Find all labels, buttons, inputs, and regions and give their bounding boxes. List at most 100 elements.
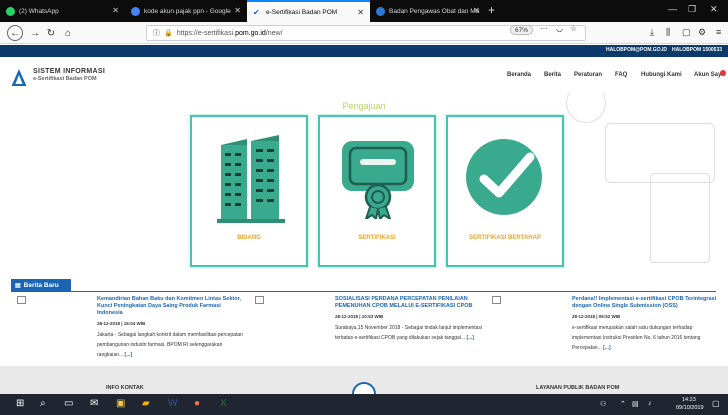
download-icon[interactable]: ⤓ (650, 27, 654, 38)
news-divider (11, 291, 716, 292)
email-text[interactable]: HALOBPOM@POM.GO.ID (606, 47, 667, 53)
tab-whatsapp[interactable]: (2) WhatsApp ✕ (0, 0, 125, 22)
read-more-link[interactable]: [...] (125, 352, 133, 358)
new-tab-button[interactable]: + (488, 3, 495, 17)
bookmark-star-icon[interactable]: ☆ (570, 24, 577, 33)
tab-google[interactable]: kode akun pajak ppn - Google ✕ (125, 0, 247, 22)
news-body: Jakarta - Sebagai langkah konkrit dalam … (97, 332, 243, 358)
news-title[interactable]: Kemandirian Bahan Baku dan Komitmen Lint… (97, 296, 247, 317)
url-domain: pom.go.id (235, 29, 266, 37)
url-prefix: https://e-sertifikasi. (176, 29, 236, 37)
news-body: Surabaya,15 November 2018 - Sebagai tind… (335, 325, 483, 341)
extension-icon[interactable]: ⚙ (698, 27, 706, 38)
news-item: Kemandirian Bahan Baku dan Komitmen Lint… (17, 296, 247, 360)
menu-berita[interactable]: Berita (544, 72, 561, 78)
news-header-label: Berita Baru (23, 281, 59, 289)
close-tab-icon[interactable]: ✕ (473, 6, 480, 15)
card-bidang-label: BIDANG (237, 235, 261, 241)
contact-strip: HALOBPOM@POM.GO.ID HALOBPOM 1500533 (0, 45, 728, 57)
navigation-bar: ← → ↻ ⌂ ⓘ 🔒 https://e-sertifikasi. pom.go… (0, 22, 728, 44)
menu-faq[interactable]: FAQ (615, 72, 627, 78)
volume-icon[interactable]: ♪ (648, 400, 652, 407)
phone-text[interactable]: HALOBPOM 1500533 (672, 47, 722, 53)
news-title[interactable]: SOSIALISASI PERDANA PERCEPATAN PENILAIAN… (335, 296, 485, 310)
search-icon[interactable]: ⌕ (40, 398, 46, 409)
site-footer: INFO KONTAK LAYANAN PUBLIK BADAN POM (0, 366, 728, 406)
reload-button[interactable]: ↻ (43, 25, 59, 41)
notification-badge (720, 70, 726, 76)
info-icon[interactable]: ⓘ (153, 28, 160, 38)
close-tab-icon[interactable]: ✕ (357, 8, 364, 17)
tray-arrow-icon[interactable]: ⌃ (620, 400, 626, 408)
browser-tab-bar: (2) WhatsApp ✕ kode akun pajak ppn - Goo… (0, 0, 728, 22)
bpom-logo-icon[interactable] (10, 65, 28, 87)
network-icon[interactable]: ▤ (632, 400, 639, 408)
card-sertifikasi-bertahap[interactable]: SERTIFIKASI BERTAHAP (446, 115, 564, 267)
minimize-icon[interactable]: — (668, 4, 677, 14)
back-button[interactable]: ← (7, 25, 23, 41)
news-item: Perdana!! Implementasi e-sertifikasi CPO… (492, 296, 722, 353)
site-header: SISTEM INFORMASI e-Sertifikasi Badan POM… (0, 57, 728, 93)
word-icon[interactable]: W (168, 398, 177, 409)
notifications-icon[interactable]: ▢ (712, 399, 720, 408)
people-icon[interactable]: ⚇ (600, 400, 606, 408)
task-view-icon[interactable]: ▭ (64, 398, 73, 409)
news-item: SOSIALISASI PERDANA PERCEPATAN PENILAIAN… (255, 296, 485, 343)
close-tab-icon[interactable]: ✕ (112, 6, 119, 15)
menu-icon[interactable]: ≡ (716, 27, 721, 37)
zoom-level[interactable]: 67% (510, 25, 534, 35)
clock-date[interactable]: 09/10/2019 (676, 405, 704, 411)
windows-taskbar: ⊞ ⌕ ▭ ✉ ▣ ▰ W ● X ⚇ ⌃ ▤ ♪ 14:23 09/10/20… (0, 394, 728, 415)
tab-label: e-Sertifikasi Badan POM (266, 8, 338, 16)
tab-label: (2) WhatsApp (19, 7, 59, 15)
file-explorer-icon[interactable]: ▰ (142, 398, 150, 409)
image-placeholder-icon (492, 296, 501, 304)
pengajuan-section: Pengajuan BIDANG SERTIFIKASI SERTIFIKASI… (0, 93, 728, 273)
card-sertifikasi-bertahap-label: SERTIFIKASI BERTAHAP (469, 235, 541, 241)
read-more-link[interactable]: [...] (603, 345, 611, 351)
menu-peraturan[interactable]: Peraturan (574, 72, 602, 78)
tab-label: Badan Pengawas Obat dan Ma (389, 7, 480, 15)
pengajuan-title: Pengajuan (342, 101, 386, 111)
sidebar-icon[interactable]: ▢ (682, 27, 691, 38)
home-button[interactable]: ⌂ (60, 25, 76, 41)
close-window-icon[interactable]: ✕ (710, 4, 718, 15)
menu-hubungi-kami[interactable]: Hubungi Kami (641, 72, 682, 78)
pocket-icon[interactable]: ◡ (556, 24, 563, 33)
forward-button[interactable]: → (27, 25, 43, 41)
bpom-icon (376, 6, 385, 16)
news-date: 28-12-2018 | 09:52 WIB (572, 314, 621, 319)
read-more-link[interactable]: [...] (466, 335, 474, 341)
page-actions-icon[interactable]: ··· (540, 24, 548, 33)
firefox-icon[interactable]: ● (194, 398, 200, 409)
news-title[interactable]: Perdana!! Implementasi e-sertifikasi CPO… (572, 296, 722, 310)
news-date: 28-12-2018 | 16:04 WIB (97, 321, 146, 326)
tab-label: kode akun pajak ppn - Google (144, 7, 231, 15)
background-decoration (650, 173, 710, 263)
card-bidang[interactable]: BIDANG (190, 115, 308, 267)
news-date: 28-12-2018 | 10:53 WIB (335, 314, 384, 319)
logo-title: SISTEM INFORMASI (33, 68, 106, 75)
google-icon (131, 6, 140, 16)
mail-icon[interactable]: ✉ (90, 398, 98, 409)
tab-esertifikasi[interactable]: ✔ e-Sertifikasi Badan POM ✕ (247, 0, 370, 22)
checkmark-icon: ✔ (253, 7, 260, 17)
store-icon[interactable]: ▣ (116, 398, 125, 409)
news-body: e-sertifikasi merupakan salah satu dukun… (572, 325, 701, 351)
clock-time[interactable]: 14:23 (682, 397, 696, 403)
image-placeholder-icon (17, 296, 26, 304)
lock-icon: 🔒 (164, 30, 173, 37)
excel-icon[interactable]: X (220, 398, 227, 409)
tab-badan-pom[interactable]: Badan Pengawas Obat dan Ma ✕ (370, 0, 486, 22)
menu-beranda[interactable]: Beranda (507, 72, 531, 78)
card-sertifikasi[interactable]: SERTIFIKASI (318, 115, 436, 267)
library-icon[interactable]: ⫼ (666, 27, 670, 38)
image-placeholder-icon (255, 296, 264, 304)
restore-icon[interactable]: ❐ (688, 4, 696, 15)
card-sertifikasi-label: SERTIFIKASI (358, 235, 396, 241)
news-header: ▤ Berita Baru (11, 279, 71, 291)
windows-start-icon[interactable]: ⊞ (16, 398, 24, 409)
whatsapp-icon (6, 6, 15, 16)
close-tab-icon[interactable]: ✕ (234, 6, 241, 15)
logo-subtitle: e-Sertifikasi Badan POM (33, 76, 97, 82)
